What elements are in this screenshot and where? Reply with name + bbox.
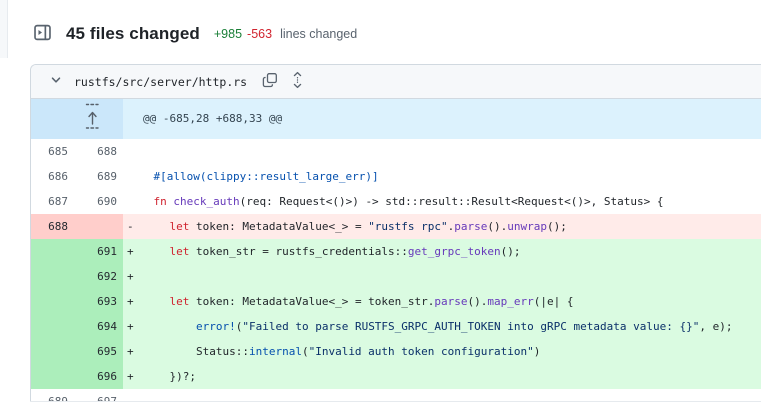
- code-cell: #[allow(clippy::result_large_err)]: [127, 170, 379, 183]
- diff-row: 691 + let token_str = rustfs_credentials:…: [31, 239, 761, 264]
- additions-count: +985: [213, 27, 243, 41]
- diff-row: 692 +: [31, 264, 761, 289]
- code-cell: - let token: MetadataValue<_> = "rustfs …: [123, 214, 761, 239]
- panel-edge-divider: [0, 0, 8, 58]
- copy-path-button[interactable]: [260, 70, 280, 93]
- old-line-number[interactable]: [31, 314, 78, 339]
- deletions-count: -563: [247, 27, 273, 41]
- expand-all-hunks-button[interactable]: [289, 69, 306, 94]
- old-line-number[interactable]: [31, 264, 78, 289]
- file-path: rustfs/src/server/http.rs: [74, 74, 248, 89]
- new-line-number[interactable]: 693: [78, 289, 123, 314]
- old-line-number[interactable]: [31, 339, 78, 364]
- diff-row: 693 + let token: MetadataValue<_> = token…: [31, 289, 761, 314]
- expand-hunk-up-button[interactable]: [31, 99, 123, 139]
- collapse-file-button[interactable]: [48, 72, 64, 91]
- diff-marker: +: [127, 295, 134, 308]
- code-cell: + Status::internal("Invalid auth token c…: [123, 339, 761, 364]
- diff-marker: -: [127, 220, 134, 233]
- code-cell: + })?;: [123, 364, 761, 389]
- hunk-header-row: @@ -685,28 +688,33 @@: [31, 99, 761, 139]
- sidebar-toggle-button[interactable]: [33, 24, 53, 44]
- old-line-number[interactable]: [31, 239, 78, 264]
- new-line-number[interactable]: [78, 214, 123, 239]
- diff-row: 695 + Status::internal("Invalid auth toke…: [31, 339, 761, 364]
- diff-row: 696 + })?;: [31, 364, 761, 389]
- old-line-number[interactable]: 686: [31, 164, 78, 189]
- diff-marker: +: [127, 320, 134, 333]
- files-changed-title: 45 files changed: [66, 24, 200, 43]
- old-line-number[interactable]: [31, 364, 78, 389]
- new-line-number[interactable]: 696: [78, 364, 123, 389]
- new-line-number[interactable]: 695: [78, 339, 123, 364]
- new-line-number[interactable]: 694: [78, 314, 123, 339]
- chevron-down-icon: [50, 74, 62, 89]
- old-line-number[interactable]: [31, 289, 78, 314]
- new-line-number[interactable]: 689: [78, 164, 123, 189]
- hunk-header-text: @@ -685,28 +688,33 @@: [143, 112, 283, 125]
- diff-row: 685 688: [31, 139, 761, 164]
- code-cell: [123, 139, 761, 164]
- code-cell: + let token_str = rustfs_credentials::ge…: [123, 239, 761, 264]
- diff-rows-container: 685 688 686 689 #[allow(clippy::result_larg…: [31, 139, 761, 402]
- diff-row: 694 + error!("Failed to parse RUSTFS_GRPC…: [31, 314, 761, 339]
- new-line-number[interactable]: 688: [78, 139, 123, 164]
- copy-icon: [262, 72, 278, 91]
- sidebar-expand-icon: [33, 23, 52, 45]
- diff-marker: +: [127, 370, 134, 383]
- diff-marker: +: [127, 245, 134, 258]
- file-header-bar: rustfs/src/server/http.rs: [31, 65, 761, 99]
- old-line-number[interactable]: 687: [31, 189, 78, 214]
- new-line-number[interactable]: 691: [78, 239, 123, 264]
- code-cell: fn check_auth(req: Request<()>) -> std::…: [153, 195, 664, 208]
- new-line-number[interactable]: 690: [78, 189, 123, 214]
- diff-marker: +: [127, 345, 134, 358]
- diff-marker: +: [127, 270, 134, 283]
- code-cell: + let token: MetadataValue<_> = token_st…: [123, 289, 761, 314]
- code-cell: + error!("Failed to parse RUSTFS_GRPC_AU…: [123, 314, 761, 339]
- diff-page: 45 files changed +985 -563 lines changed…: [0, 0, 761, 402]
- lines-changed-label: lines changed: [280, 27, 358, 41]
- old-line-number[interactable]: 688: [31, 214, 78, 239]
- unfold-vertical-icon: [291, 71, 304, 92]
- diff-row: 688 - let token: MetadataValue<_> = "rust…: [31, 214, 761, 239]
- old-line-number[interactable]: 685: [31, 139, 78, 164]
- diff-row: 686 689 #[allow(clippy::result_large_err)…: [31, 164, 761, 189]
- file-diff-panel: rustfs/src/server/http.rs @@ -685,28 +68…: [30, 64, 761, 402]
- diff-row: 687 690 fn check_auth(req: Request<()>) -…: [31, 189, 761, 214]
- code-cell: +: [123, 264, 761, 289]
- new-line-number[interactable]: 692: [78, 264, 123, 289]
- files-changed-header: 45 files changed +985 -563 lines changed: [33, 22, 357, 46]
